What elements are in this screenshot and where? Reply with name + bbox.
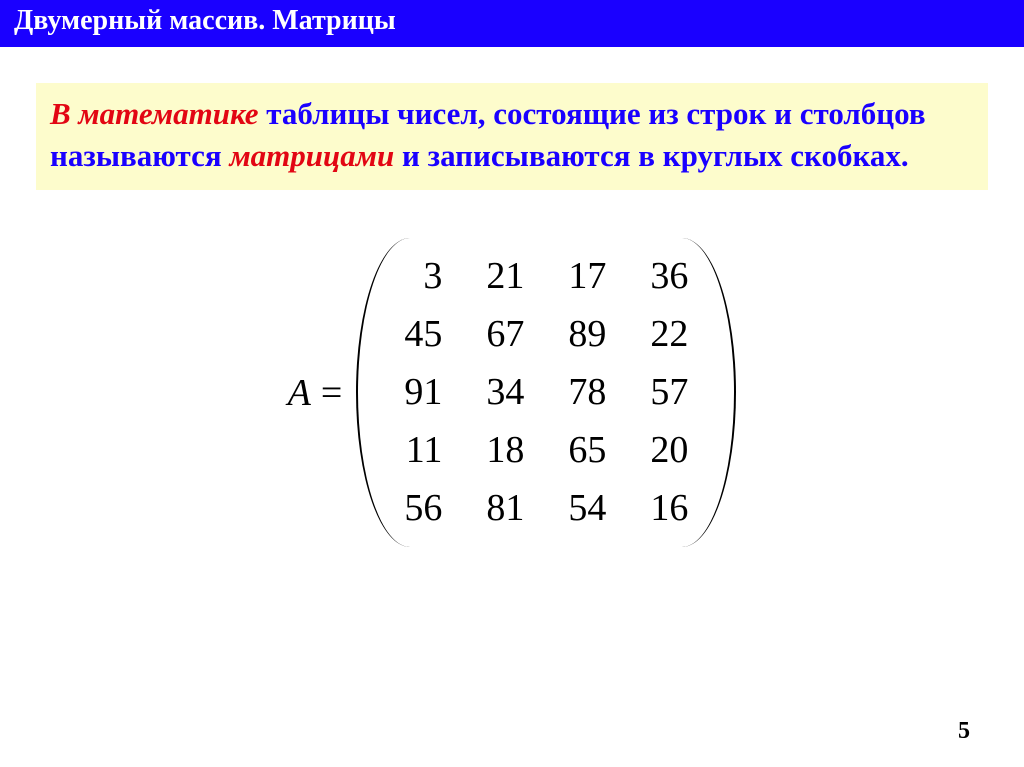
matrix-cell: 11: [382, 422, 464, 480]
definition-emphasis-2: матрицами: [229, 138, 394, 173]
matrix-cell: 34: [464, 364, 546, 422]
matrix-equation: A = 3 21 17 36 45 67 89 22 91 34: [36, 238, 988, 547]
matrix-cell: 78: [546, 364, 628, 422]
matrix-cell: 22: [628, 306, 710, 364]
matrix-cell: 54: [546, 480, 628, 538]
matrix-cell: 21: [464, 248, 546, 306]
matrix-cell: 45: [382, 306, 464, 364]
definition-box: В математике таблицы чисел, состоящие из…: [36, 83, 988, 191]
matrix-cell: 81: [464, 480, 546, 538]
matrix-cell: 36: [628, 248, 710, 306]
slide-title: Двумерный массив. Матрицы: [14, 5, 396, 36]
matrix-cell: 20: [628, 422, 710, 480]
table-row: 3 21 17 36: [382, 248, 710, 306]
matrix-cell: 89: [546, 306, 628, 364]
matrix-table: 3 21 17 36 45 67 89 22 91 34 78 57: [382, 248, 710, 537]
table-row: 45 67 89 22: [382, 306, 710, 364]
table-row: 11 18 65 20: [382, 422, 710, 480]
matrix-cell: 3: [382, 248, 464, 306]
matrix-variable: A: [288, 371, 311, 415]
equals-sign: =: [321, 371, 342, 415]
matrix-cell: 56: [382, 480, 464, 538]
matrix-cell: 67: [464, 306, 546, 364]
matrix-cell: 65: [546, 422, 628, 480]
definition-emphasis-1: В математике: [50, 96, 259, 131]
page-number: 5: [958, 718, 970, 745]
matrix-cell: 16: [628, 480, 710, 538]
table-row: 56 81 54 16: [382, 480, 710, 538]
matrix-cell: 18: [464, 422, 546, 480]
matrix-cell: 17: [546, 248, 628, 306]
table-row: 91 34 78 57: [382, 364, 710, 422]
slide-header: Двумерный массив. Матрицы: [0, 0, 1024, 47]
definition-text-2: и записываются в круглых скобках.: [394, 138, 908, 173]
matrix-cell: 57: [628, 364, 710, 422]
slide-content: В математике таблицы чисел, состоящие из…: [0, 47, 1024, 548]
matrix-cell: 91: [382, 364, 464, 422]
matrix-body: 3 21 17 36 45 67 89 22 91 34 78 57: [356, 238, 736, 547]
